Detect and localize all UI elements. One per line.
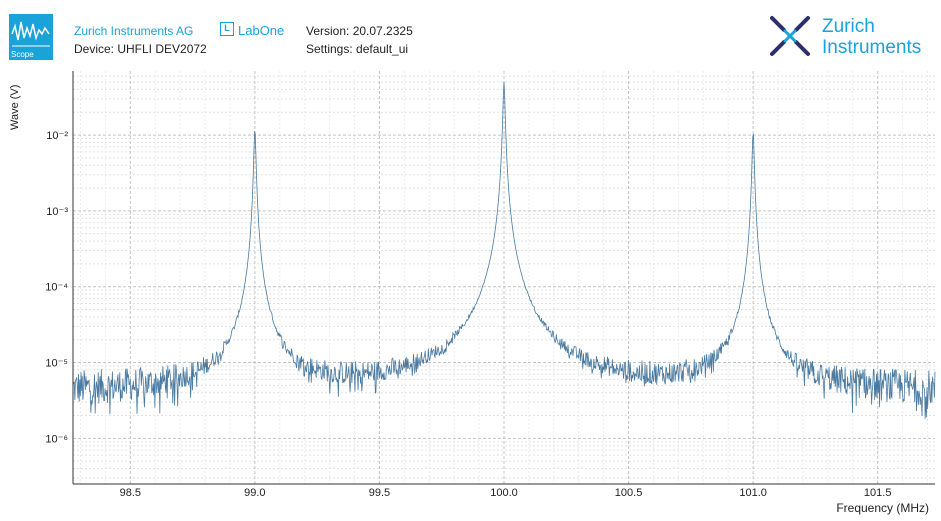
y-tick-label: 10⁻⁶ bbox=[45, 433, 68, 445]
x-tick-label: 100.0 bbox=[490, 487, 518, 499]
x-tick-label: 99.0 bbox=[244, 487, 265, 499]
y-tick-label: 10⁻⁵ bbox=[45, 358, 68, 370]
x-tick-label: 99.5 bbox=[369, 487, 390, 499]
spectrum-chart[interactable]: 10⁻⁶ 10⁻⁵ 10⁻⁴ 10⁻³ 10⁻² 98.5 99.0 99.5 100.0 100… bbox=[0, 0, 941, 521]
y-tick-label: 10⁻² bbox=[46, 130, 68, 142]
tick-labels: 10⁻⁶ 10⁻⁵ 10⁻⁴ 10⁻³ 10⁻² 98.5 99.0 99.5 100.0 100… bbox=[45, 130, 891, 499]
x-tick-label: 101.0 bbox=[739, 487, 767, 499]
y-tick-label: 10⁻³ bbox=[46, 206, 68, 218]
x-tick-label: 98.5 bbox=[120, 487, 141, 499]
x-tick-label: 100.5 bbox=[615, 487, 643, 499]
x-tick-label: 101.5 bbox=[864, 487, 892, 499]
y-tick-label: 10⁻⁴ bbox=[45, 282, 68, 294]
major-grid bbox=[73, 71, 935, 484]
